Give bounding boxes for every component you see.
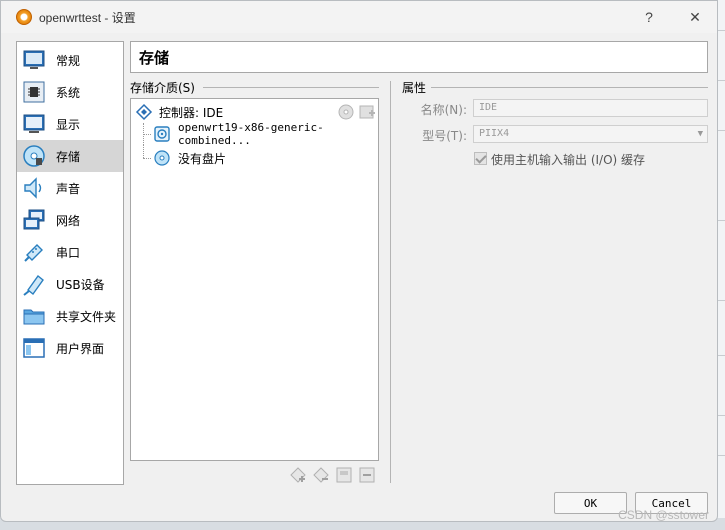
name-field[interactable]: IDE [473, 99, 708, 117]
add-hard-disk-icon[interactable] [358, 103, 376, 121]
group-divider [203, 87, 379, 88]
sidebar-item-label: 存储 [56, 149, 81, 164]
host-io-cache-checkbox[interactable] [474, 152, 487, 165]
system-icon [22, 80, 46, 104]
tree-item-controller-ide[interactable]: 控制器: IDE [131, 101, 378, 123]
settings-sidebar: 常规 系统 显示 存储 声音 网络 串口 USB设备 共享文件夹 用户界面 [16, 41, 124, 485]
optical-disc-icon [154, 150, 170, 166]
ok-button[interactable]: OK [554, 492, 627, 514]
page-title: 存储 [130, 41, 708, 73]
sidebar-item-label: 常规 [56, 53, 81, 68]
settings-dialog: openwrttest - 设置 ? ✕ 常规 系统 显示 存储 声音 网络 串… [0, 0, 718, 522]
host-io-cache-label: 使用主机输入输出 (I/O) 缓存 [491, 153, 646, 167]
tree-line [143, 134, 151, 135]
title-bar: openwrttest - 设置 ? ✕ [1, 1, 717, 33]
shared-folder-icon [22, 304, 46, 328]
display-icon [22, 112, 46, 136]
watermark: CSDN @sstower [618, 508, 709, 522]
sidebar-item-label: 用户界面 [56, 341, 105, 356]
add-optical-drive-icon[interactable] [337, 103, 355, 121]
sidebar-item-shared-folders[interactable]: 共享文件夹 [17, 300, 123, 332]
attachment-label: openwrt19-x86-generic-combined... [178, 121, 324, 147]
controller-label: 控制器: IDE [159, 105, 224, 120]
sidebar-item-audio[interactable]: 声音 [17, 172, 123, 204]
attributes-group-title: 属性 [402, 81, 427, 95]
chevron-down-icon: ▼ [697, 129, 703, 139]
sidebar-item-general[interactable]: 常规 [17, 44, 123, 76]
tree-item-optical-drive[interactable]: 没有盘片 [131, 145, 378, 169]
sidebar-item-label: 网络 [56, 213, 81, 228]
general-icon [22, 48, 46, 72]
storage-media-group-title: 存储介质(S) [130, 81, 195, 95]
user-interface-icon [22, 336, 46, 360]
audio-icon [22, 176, 46, 200]
page-title-text: 存储 [139, 48, 170, 67]
sidebar-item-user-interface[interactable]: 用户界面 [17, 332, 123, 364]
type-select-value: PIIX4 [479, 128, 510, 139]
sidebar-item-network[interactable]: 网络 [17, 204, 123, 236]
storage-tree: 控制器: IDE openwrt19-x86-generic-combined.… [130, 98, 379, 461]
remove-attachment-icon[interactable] [358, 466, 376, 484]
tree-line [143, 158, 151, 159]
sidebar-item-label: 显示 [56, 117, 81, 132]
help-button[interactable]: ? [639, 7, 659, 27]
tree-item-hard-disk[interactable]: openwrt19-x86-generic-combined... [131, 121, 378, 147]
usb-icon [22, 272, 46, 296]
virtualbox-app-icon [16, 9, 32, 25]
serial-port-icon [22, 240, 46, 264]
sidebar-item-usb[interactable]: USB设备 [17, 268, 123, 300]
sidebar-item-system[interactable]: 系统 [17, 76, 123, 108]
hard-disk-icon [154, 126, 170, 142]
sidebar-item-label: 串口 [56, 245, 81, 260]
sidebar-item-display[interactable]: 显示 [17, 108, 123, 140]
sidebar-item-storage[interactable]: 存储 [17, 140, 123, 172]
sidebar-item-label: USB设备 [56, 277, 105, 292]
tree-line [143, 145, 144, 158]
vertical-separator [390, 81, 391, 483]
name-label: 名称(N): [420, 103, 467, 117]
window-title: openwrttest - 设置 [39, 10, 136, 25]
sidebar-item-serial-port[interactable]: 串口 [17, 236, 123, 268]
close-button[interactable]: ✕ [685, 7, 705, 27]
add-controller-icon[interactable] [289, 466, 307, 484]
sidebar-item-label: 共享文件夹 [56, 309, 117, 324]
type-label: 型号(T): [422, 129, 467, 143]
group-divider [431, 87, 708, 88]
attachment-label: 没有盘片 [178, 151, 227, 166]
type-select[interactable]: PIIX4 ▼ [473, 125, 708, 143]
sidebar-item-label: 系统 [56, 85, 81, 100]
add-attachment-icon[interactable] [335, 466, 353, 484]
remove-controller-icon[interactable] [312, 466, 330, 484]
sidebar-item-label: 声音 [56, 181, 81, 196]
storage-icon [22, 144, 46, 168]
controller-icon [135, 103, 153, 121]
network-icon [22, 208, 46, 232]
